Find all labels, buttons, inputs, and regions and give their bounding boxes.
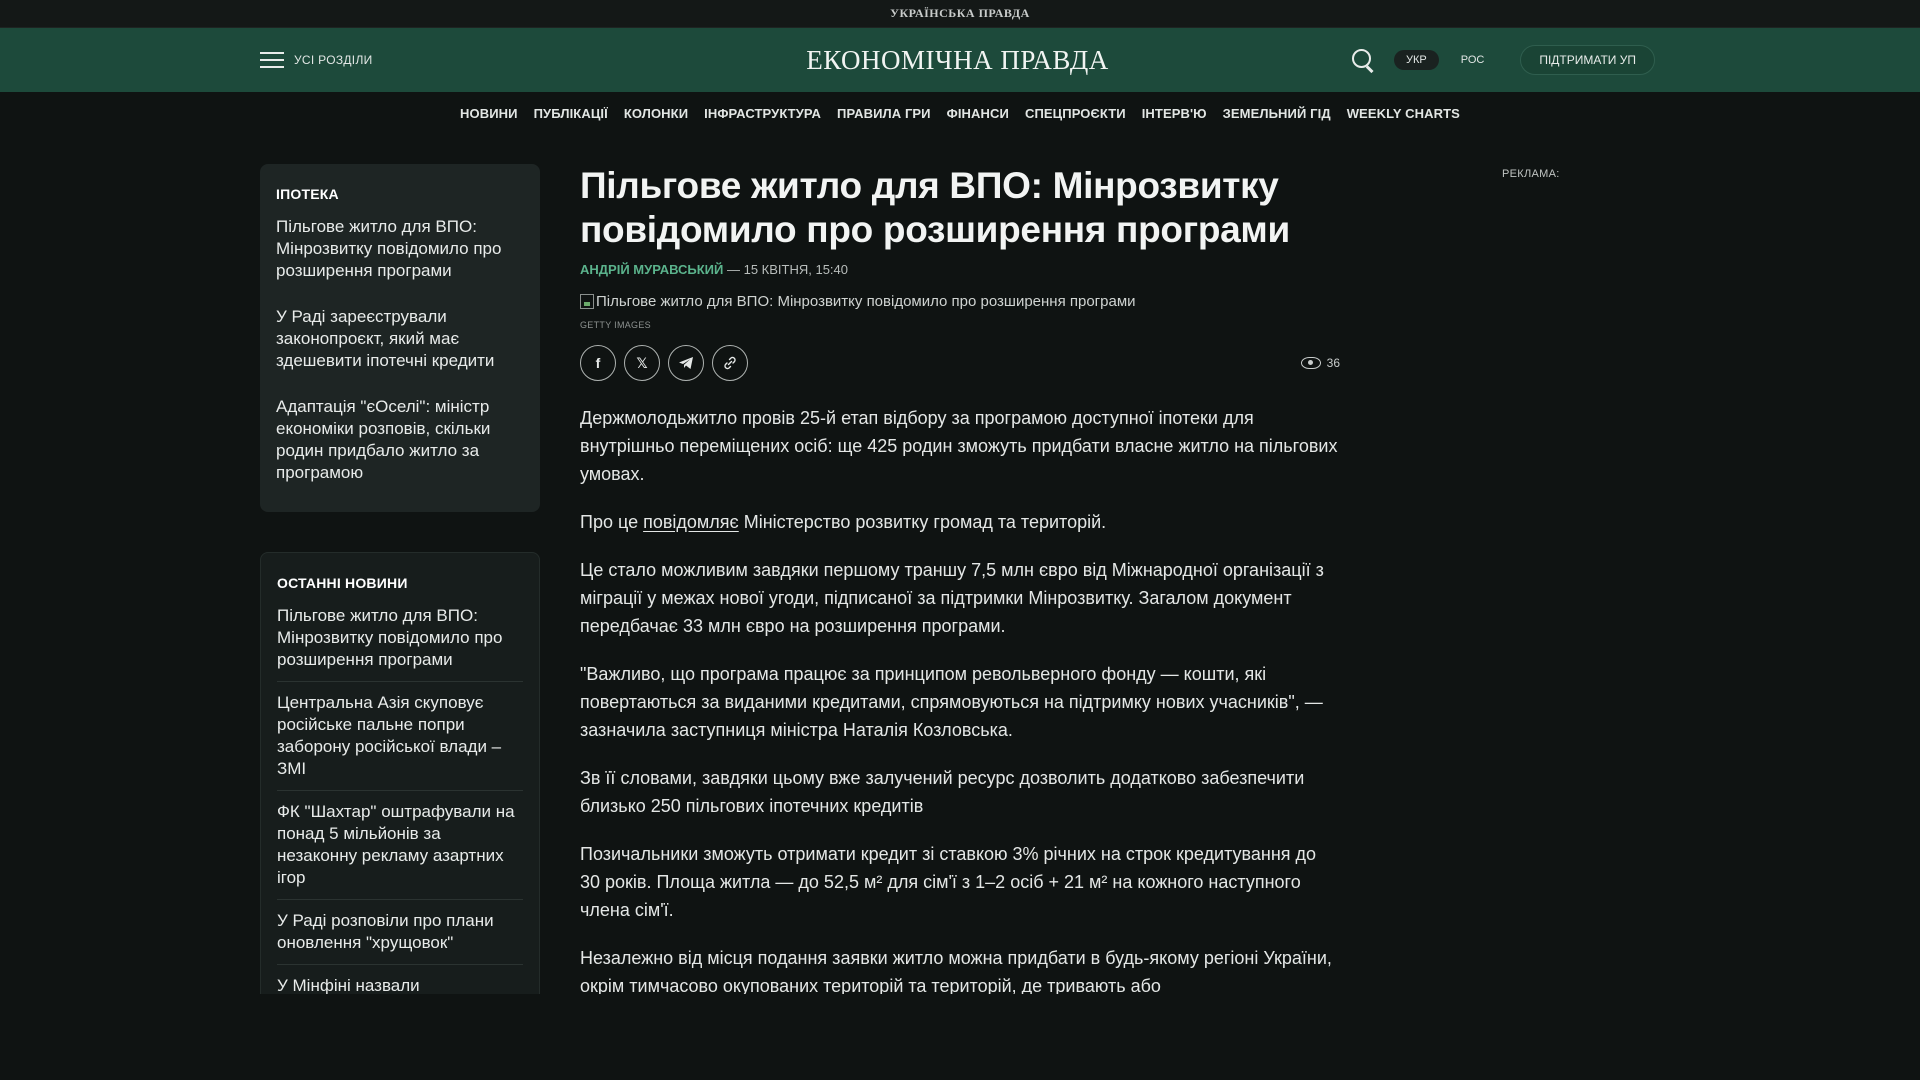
nav-item-publications[interactable]: ПУБЛІКАЦІЇ — [526, 106, 616, 121]
paragraph: Про це повідомляє Міністерство розвитку … — [580, 508, 1340, 536]
article-byline: АНДРІЙ МУРАВСЬКИЙ — 15 КВІТНЯ, 15:40 — [580, 262, 1340, 277]
main-nav: НОВИНИ ПУБЛІКАЦІЇ КОЛОНКИ ІНФРАСТРУКТУРА… — [0, 92, 1920, 134]
paragraph: Держмолодьжитло провів 25-й етап відбору… — [580, 408, 1338, 484]
site-logo[interactable]: ЕКОНОМІЧНА ПРАВДА — [806, 45, 1109, 76]
bottom-fade — [0, 994, 1920, 1080]
list-item[interactable]: У Раді розповіли про плани оновлення "хр… — [277, 910, 523, 965]
article-image-alt: Пільгове житло для ВПО: Мінрозвитку пові… — [596, 293, 1136, 310]
x-twitter-icon[interactable]: 𝕏 — [624, 345, 660, 381]
sidebar-ipoteka: ІПОТЕКА Пільгове житло для ВПО: Мінрозви… — [260, 164, 540, 512]
page-content: ІПОТЕКА Пільгове житло для ВПО: Мінрозви… — [0, 164, 1920, 994]
paragraph: "Важливо, що програма працює за принципо… — [580, 664, 1323, 740]
nav-item-columns[interactable]: КОЛОНКИ — [616, 106, 696, 121]
up-brand[interactable]: УКРАЇНСЬКА ПРАВДА — [890, 6, 1030, 21]
nav-item-weekly-charts[interactable]: WEEKLY CHARTS — [1339, 106, 1468, 121]
list-item[interactable]: ФК "Шахтар" оштрафували на понад 5 мільй… — [277, 801, 523, 900]
views-counter: 36 — [1300, 356, 1340, 370]
list-item[interactable]: У Мінфіні назвали — [277, 975, 523, 994]
telegram-icon[interactable] — [668, 345, 704, 381]
paragraph: Зв її словами, завдяки цьому вже залучен… — [580, 768, 1305, 816]
paragraph-text: Міністерство розвитку громад та територі… — [738, 512, 1107, 532]
list-item[interactable]: Адаптація "єОселі": міністр економіки ро… — [276, 396, 524, 496]
support-button[interactable]: ПІДТРИМАТИ УП — [1520, 45, 1655, 75]
broken-image-icon — [580, 294, 594, 309]
author-link[interactable]: АНДРІЙ МУРАВСЬКИЙ — [580, 262, 723, 277]
ad-label: РЕКЛАМА: — [1502, 168, 1560, 180]
article: Пільгове житло для ВПО: Мінрозвитку пові… — [580, 164, 1340, 994]
sidebar-latest-title[interactable]: ОСТАННІ НОВИНИ — [277, 575, 523, 591]
image-caption: GETTY IMAGES — [580, 320, 651, 330]
sidebar-ipoteka-title[interactable]: ІПОТЕКА — [276, 186, 524, 202]
facebook-icon[interactable]: f — [580, 345, 616, 381]
paragraph: Це стало можливим завдяки першому траншу… — [580, 560, 1324, 636]
list-item[interactable]: Центральна Азія скуповує російське пальн… — [277, 692, 523, 791]
nav-item-finance[interactable]: ФІНАНСИ — [939, 106, 1017, 121]
nav-item-specprojects[interactable]: СПЕЦПРОЄКТИ — [1017, 106, 1134, 121]
list-item[interactable]: Пільгове житло для ВПО: Мінрозвитку пові… — [277, 605, 523, 682]
nav-item-infrastructure[interactable]: ІНФРАСТРУКТУРА — [696, 106, 829, 121]
share-row: f 𝕏 36 — [580, 344, 1340, 382]
nav-item-news[interactable]: НОВИНИ — [452, 106, 526, 121]
eye-icon — [1300, 357, 1321, 369]
paragraph: Незалежно від місця подання заявки житло… — [580, 948, 1332, 994]
article-body: Держмолодьжитло провів 25-й етап відбору… — [580, 404, 1340, 994]
article-title: Пільгове житло для ВПО: Мінрозвитку пові… — [580, 165, 1290, 250]
lang-ros-button[interactable]: РОС — [1449, 50, 1497, 70]
paragraph-text: Про це — [580, 512, 644, 532]
views-count: 36 — [1326, 356, 1340, 370]
nav-item-rules[interactable]: ПРАВИЛА ГРИ — [829, 106, 939, 121]
article-date: — 15 КВІТНЯ, 15:40 — [726, 262, 848, 277]
search-icon[interactable] — [1350, 47, 1376, 73]
top-strip: УКРАЇНСЬКА ПРАВДА — [0, 0, 1920, 28]
paragraph: Позичальники зможуть отримати кредит зі … — [580, 844, 1317, 920]
lang-ukr-button[interactable]: УКР — [1394, 50, 1439, 70]
list-item[interactable]: У Раді зареєстрували законопроєкт, який … — [276, 306, 524, 384]
all-sections-button[interactable]: УСІ РОЗДІЛИ — [260, 52, 373, 68]
all-sections-label: УСІ РОЗДІЛИ — [294, 53, 373, 67]
nav-item-interview[interactable]: ІНТЕРВ'Ю — [1134, 106, 1215, 121]
nav-item-land-guide[interactable]: ЗЕМЕЛЬНИЙ ГІД — [1215, 106, 1339, 121]
sidebar-latest-news: ОСТАННІ НОВИНИ Пільгове житло для ВПО: М… — [260, 552, 540, 994]
list-item[interactable]: Пільгове житло для ВПО: Мінрозвитку пові… — [276, 216, 524, 294]
source-link[interactable]: повідомляє — [643, 512, 739, 532]
article-image: Пільгове житло для ВПО: Мінрозвитку пові… — [580, 293, 1340, 310]
site-header: УСІ РОЗДІЛИ ЕКОНОМІЧНА ПРАВДА УКР РОС ПІ… — [0, 28, 1920, 92]
hamburger-icon — [260, 52, 284, 68]
copy-link-icon[interactable] — [712, 345, 748, 381]
